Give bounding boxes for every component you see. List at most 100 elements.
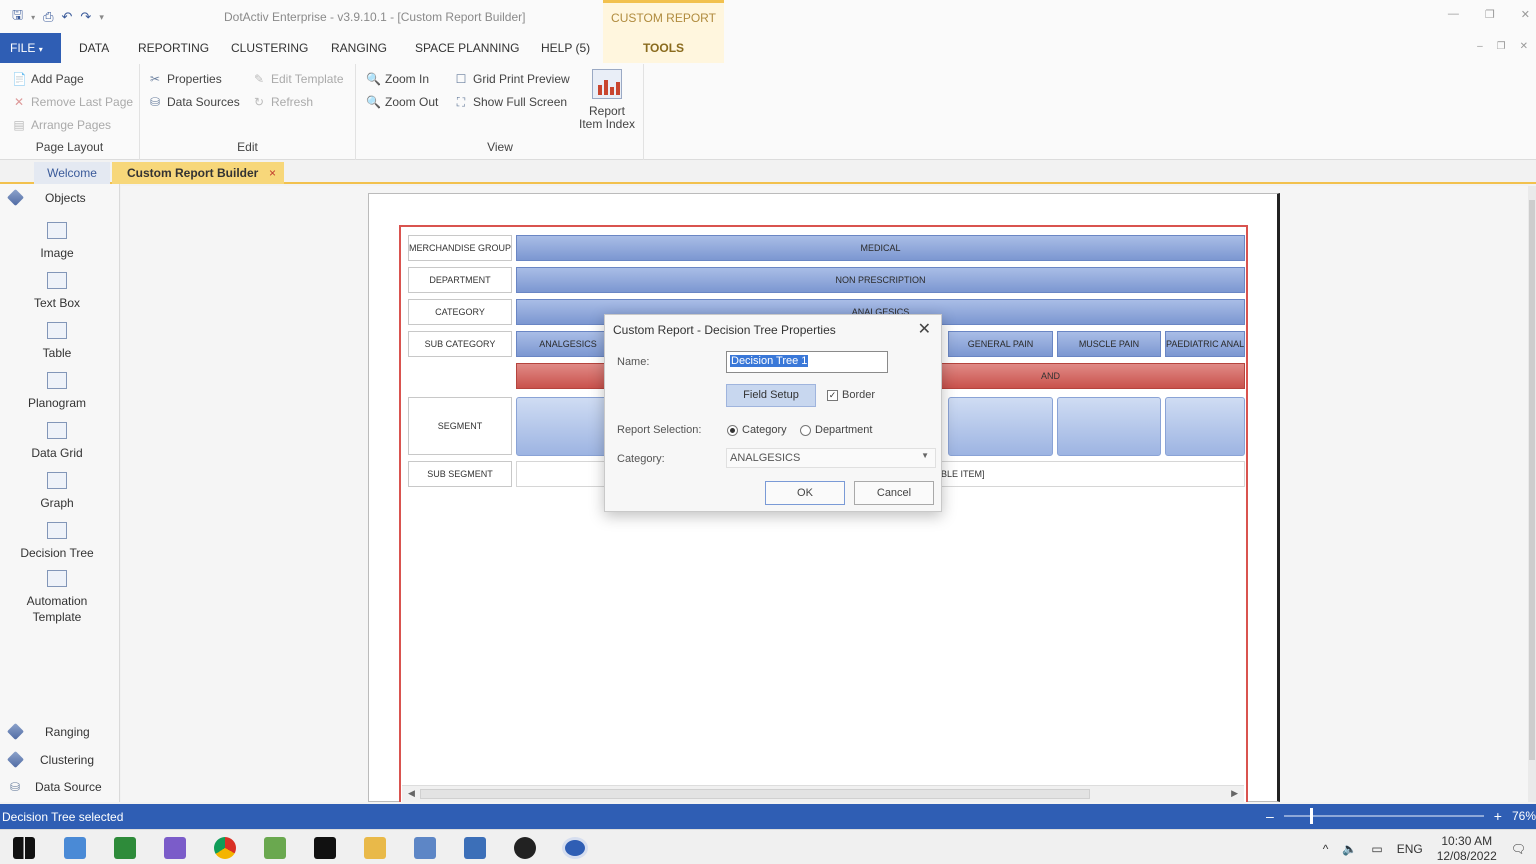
row-label-sub-category: SUB CATEGORY (408, 331, 512, 357)
zoom-slider[interactable] (1283, 808, 1484, 824)
group-page-layout: 📄 Add Page ✕ Remove Last Page ▤ Arrange Pag… (0, 64, 140, 160)
zoom-slider-thumb[interactable] (1309, 808, 1313, 824)
ok-button[interactable]: OK (765, 481, 845, 505)
tool-automation-template[interactable]: Automation Template (0, 570, 114, 625)
terminal-icon[interactable] (314, 837, 336, 859)
sub-category-node[interactable]: PAEDIATRIC ANAL (1165, 331, 1245, 357)
arrange-pages-button[interactable]: ▤ Arrange Pages (12, 118, 111, 132)
print-icon[interactable]: ⎙ (43, 9, 53, 25)
chat-app-icon[interactable] (114, 837, 136, 859)
tool-planogram[interactable]: Planogram (0, 372, 114, 411)
clock[interactable]: 10:30 AM 12/08/2022 (1437, 834, 1497, 864)
tab-space-planning[interactable]: SPACE PLANNING (415, 33, 519, 63)
field-setup-button[interactable]: Field Setup (726, 384, 816, 407)
tool-graph[interactable]: Graph (0, 472, 114, 511)
tab-welcome[interactable]: Welcome (34, 162, 110, 184)
app-icon-2[interactable] (264, 837, 286, 859)
scroll-left-icon[interactable]: ◀ (408, 788, 415, 799)
edit-template-button[interactable]: ✎ Edit Template (252, 72, 344, 86)
zoom-in-button[interactable]: 🔍 Zoom In (366, 72, 429, 86)
document-app-icon[interactable] (414, 837, 436, 859)
tab-reporting[interactable]: REPORTING (138, 33, 209, 63)
vertical-scroll-thumb[interactable] (1529, 200, 1535, 760)
segment-node[interactable] (948, 397, 1053, 456)
tab-file[interactable]: FILE ▾ (0, 33, 61, 63)
tool-text-box[interactable]: Text Box (0, 272, 114, 311)
close-tab-icon[interactable]: × (269, 162, 276, 184)
dotactiv-icon[interactable] (562, 837, 588, 859)
sidebar-data-source[interactable]: ⛁ Data Source (8, 780, 102, 794)
segment-node[interactable] (1165, 397, 1245, 456)
add-page-button[interactable]: 📄 Add Page (12, 72, 84, 86)
undo-icon[interactable]: ↶ (62, 9, 73, 25)
radio-category[interactable]: Category (727, 424, 787, 436)
refresh-button[interactable]: ↻ Refresh (252, 95, 313, 109)
doc-close-icon[interactable]: ✕ (1520, 41, 1528, 52)
zoom-in-label: Zoom In (385, 72, 430, 86)
file-explorer-icon[interactable] (364, 837, 386, 859)
app-icon-3[interactable] (464, 837, 486, 859)
doc-minimize-icon[interactable]: – (1477, 41, 1483, 52)
properties-button[interactable]: ✂ Properties (148, 72, 222, 86)
edit-template-icon: ✎ (253, 72, 265, 86)
close-icon[interactable]: ✕ (1521, 8, 1530, 21)
radio-department[interactable]: Department (800, 424, 872, 436)
windows-start-icon[interactable] (13, 837, 35, 859)
department-node[interactable]: NON PRESCRIPTION (516, 267, 1245, 293)
grid-print-preview-button[interactable]: ☐ Grid Print Preview (454, 72, 570, 86)
ribbon-tabs: FILE ▾ DATA REPORTING CLUSTERING RANGING… (0, 33, 1536, 64)
tab-custom-report-builder-label: Custom Report Builder (127, 166, 259, 180)
tab-tools[interactable]: TOOLS (603, 33, 724, 63)
zoom-minus-icon[interactable]: – (1266, 808, 1274, 824)
sidebar-clustering[interactable]: Clustering (7, 751, 94, 768)
tab-custom-report-builder[interactable]: Custom Report Builder × (112, 162, 284, 184)
tool-image[interactable]: Image (0, 222, 114, 261)
vertical-scrollbar[interactable] (1528, 186, 1536, 802)
data-sources-button[interactable]: ⛁ Data Sources (148, 95, 240, 109)
tab-data[interactable]: DATA (79, 33, 109, 63)
horizontal-scroll-thumb[interactable] (420, 789, 1090, 799)
group-edit: ✂ Properties ⛁ Data Sources ✎ Edit Template… (140, 64, 356, 160)
doc-restore-icon[interactable]: ❐ (1497, 41, 1506, 52)
customize-qat-icon[interactable]: ▾ (99, 12, 104, 23)
show-full-screen-button[interactable]: ⛶ Show Full Screen (454, 95, 567, 109)
objects-header[interactable]: Objects (7, 189, 86, 206)
name-input[interactable]: Decision Tree 1 (726, 351, 888, 373)
sub-category-node[interactable]: MUSCLE PAIN (1057, 331, 1161, 357)
maximize-icon[interactable]: ❐ (1485, 8, 1495, 21)
dialog-close-icon[interactable]: ✕ (918, 319, 931, 339)
save-icon[interactable]: 🖫 (12, 6, 23, 28)
report-item-index-button[interactable]: Report Item Index (575, 69, 639, 131)
remove-last-page-button[interactable]: ✕ Remove Last Page (12, 95, 133, 109)
network-icon[interactable]: ▭ (1371, 842, 1382, 856)
sub-category-node[interactable]: GENERAL PAIN (948, 331, 1053, 357)
zoom-out-button[interactable]: 🔍 Zoom Out (366, 95, 438, 109)
tool-table[interactable]: Table (0, 322, 114, 361)
notifications-icon[interactable]: 🗨 (1511, 842, 1526, 856)
report-item-index-label-2: Item Index (578, 117, 636, 131)
chevron-up-icon[interactable]: ^ (1323, 842, 1329, 856)
tool-data-grid[interactable]: Data Grid (0, 422, 114, 461)
minimize-icon[interactable]: — (1448, 8, 1459, 21)
zoom-plus-icon[interactable]: + (1494, 808, 1502, 824)
category-select[interactable]: ANALGESICS ▼ (726, 448, 936, 468)
tab-clustering[interactable]: CLUSTERING (231, 33, 308, 63)
sidebar-ranging[interactable]: Ranging (7, 723, 90, 740)
chrome-icon[interactable] (214, 837, 236, 859)
merchandise-group-node[interactable]: MEDICAL (516, 235, 1245, 261)
tab-help[interactable]: HELP (5) (541, 33, 590, 63)
visual-studio-icon[interactable] (164, 837, 186, 859)
horizontal-scrollbar[interactable]: ◀ ▶ (402, 785, 1244, 802)
tab-ranging[interactable]: RANGING (331, 33, 387, 63)
language-indicator[interactable]: ENG (1397, 842, 1423, 856)
cancel-button[interactable]: Cancel (854, 481, 934, 505)
app-icon-4[interactable] (514, 837, 536, 859)
volume-icon[interactable]: 🔈 (1342, 842, 1357, 856)
border-checkbox[interactable]: ✓ Border (827, 389, 875, 401)
scroll-right-icon[interactable]: ▶ (1231, 788, 1238, 799)
redo-icon[interactable]: ↷ (80, 9, 91, 25)
tool-decision-tree[interactable]: Decision Tree (0, 522, 114, 561)
app-icon-1[interactable] (64, 837, 86, 859)
segment-node[interactable] (1057, 397, 1161, 456)
chevron-down-icon[interactable]: ▾ (31, 13, 35, 22)
